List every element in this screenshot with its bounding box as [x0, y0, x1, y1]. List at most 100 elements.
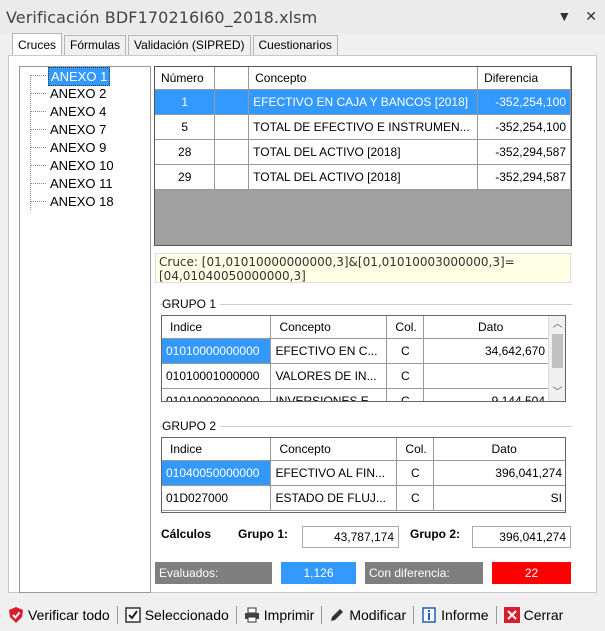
cell-indice: 01D027000: [162, 485, 272, 511]
cell-col: C: [386, 338, 425, 364]
modificar-label: Modificar: [349, 606, 407, 623]
cell-dato: 9,144,504: [423, 388, 550, 401]
evaluados-count: 1,126: [281, 562, 356, 584]
header-col[interactable]: Col.: [386, 316, 425, 339]
pencil-icon: [329, 607, 345, 623]
grid-header-row: Indice Concepto Col. Dato: [162, 316, 550, 339]
cell-indice: 01010002000000: [162, 388, 272, 401]
table-row[interactable]: 28 TOTAL DEL ACTIVO [2018] -352,294,587: [155, 139, 571, 165]
scroll-down-icon[interactable]: ﹀: [549, 384, 565, 401]
tree-item-label: ANEXO 1: [48, 67, 111, 86]
header-dato[interactable]: Dato: [433, 438, 565, 461]
table-row[interactable]: 01D027000 ESTADO DE FLUJ... C SI: [162, 485, 565, 511]
table-row[interactable]: 01010002000000 INVERSIONES E... C 9,144,…: [162, 388, 550, 401]
header-diferencia[interactable]: Diferencia: [477, 67, 571, 90]
scroll-up-icon[interactable]: ︿: [549, 316, 565, 333]
title-bar: Verificación BDF170216I60_2018.xlsm ▼ ✕: [0, 0, 605, 34]
header-indice[interactable]: Indice: [162, 438, 272, 461]
header-numero[interactable]: Número: [155, 67, 216, 90]
cell-diferencia: -352,294,587: [477, 139, 571, 165]
imprimir-button[interactable]: Imprimir: [241, 603, 318, 627]
toolbar-separator: [495, 605, 497, 624]
imprimir-label: Imprimir: [263, 606, 315, 623]
cell-concepto: EFECTIVO AL FIN...: [270, 460, 398, 486]
grupo-2-total-field[interactable]: 396,041,274: [472, 526, 571, 548]
tree-item-label: ANEXO 4: [50, 104, 107, 119]
toolbar-separator: [235, 605, 237, 624]
grupo-1-title: GRUPO 1: [162, 297, 221, 311]
cruce-formula: Cruce: [01,01010000000000,3]&[01,0101000…: [155, 253, 571, 283]
cell-blank: [214, 114, 250, 140]
header-concepto[interactable]: Concepto: [270, 438, 398, 461]
tree-item-label: ANEXO 2: [50, 86, 107, 101]
cell-dato: 396,041,274: [433, 460, 565, 486]
table-row[interactable]: 01040050000000 EFECTIVO AL FIN... C 396,…: [162, 460, 565, 486]
table-row[interactable]: 01010000000000 EFECTIVO EN C... C 34,642…: [162, 338, 550, 364]
grupo-2-title: GRUPO 2: [162, 419, 221, 433]
cell-numero: 28: [155, 139, 216, 165]
cell-concepto: EFECTIVO EN CAJA Y BANCOS [2018]: [248, 89, 479, 115]
tab-strip: Cruces Fórmulas Validación (SIPRED) Cues…: [12, 33, 340, 55]
cell-col: C: [396, 485, 435, 511]
cell-dato: 34,642,670: [423, 338, 550, 364]
grupo-1-scrollbar[interactable]: ︿ ﹀: [548, 316, 565, 401]
grupo-2-total-label: Grupo 2:: [410, 527, 460, 541]
cell-diferencia: -352,254,100: [477, 89, 571, 115]
seleccionado-label: Seleccionado: [144, 606, 229, 623]
anexo-tree: ANEXO 1 ANEXO 2 ANEXO 4 ANEXO 7 ANEXO 9 …: [19, 66, 151, 593]
grupo-1-total-label: Grupo 1:: [238, 527, 288, 541]
table-row[interactable]: 29 TOTAL DEL ACTIVO [2018] -352,294,587: [155, 164, 571, 190]
checkbox-icon: [124, 606, 141, 623]
cell-blank: [214, 89, 250, 115]
cell-concepto: ESTADO DE FLUJ...: [270, 485, 398, 511]
header-dato[interactable]: Dato: [423, 316, 550, 339]
cell-numero: 29: [155, 164, 216, 190]
close-icon[interactable]: ✕: [585, 8, 597, 25]
verificar-todo-button[interactable]: Verificar todo: [5, 603, 113, 627]
header-col[interactable]: Col.: [396, 438, 435, 461]
menu-dropdown-icon[interactable]: ▼: [557, 8, 571, 25]
informe-button[interactable]: Informe: [418, 603, 491, 627]
cell-concepto: INVERSIONES E...: [270, 388, 388, 401]
cerrar-button[interactable]: Cerrar: [501, 603, 567, 627]
header-indice[interactable]: Indice: [162, 316, 272, 339]
tree-item-label: ANEXO 9: [50, 140, 107, 155]
table-row[interactable]: 01010001000000 VALORES DE IN... C: [162, 363, 550, 389]
cell-indice: 01040050000000: [162, 460, 272, 486]
tree-item-label: ANEXO 7: [50, 122, 107, 137]
tree-item-label: ANEXO 18: [50, 194, 114, 209]
tab-validacion[interactable]: Validación (SIPRED): [128, 35, 251, 55]
window-title: Verificación BDF170216I60_2018.xlsm: [6, 7, 318, 27]
cell-concepto: TOTAL DEL ACTIVO [2018]: [248, 139, 479, 165]
cell-concepto: VALORES DE IN...: [270, 363, 388, 389]
cell-numero: 5: [155, 114, 216, 140]
con-diferencia-count: 22: [492, 562, 571, 584]
cell-diferencia: -352,254,100: [477, 114, 571, 140]
tab-cuestionarios[interactable]: Cuestionarios: [252, 35, 338, 55]
header-concepto[interactable]: Concepto: [270, 316, 388, 339]
tab-formulas[interactable]: Fórmulas: [64, 35, 127, 55]
modificar-button[interactable]: Modificar: [326, 603, 409, 627]
cell-col: C: [386, 388, 425, 401]
grupo-1-total-field[interactable]: 43,787,174: [302, 526, 399, 548]
calculos-label: Cálculos: [161, 527, 212, 541]
evaluados-label: Evaluados:: [155, 562, 272, 584]
toolbar-separator: [321, 605, 323, 624]
seleccionado-button[interactable]: Seleccionado: [122, 603, 232, 627]
cruces-grid: Número Concepto Diferencia 1 EFECTIVO EN…: [154, 66, 572, 246]
cell-concepto: TOTAL DE EFECTIVO E INSTRUMEN...: [248, 114, 479, 140]
tree-item-label: ANEXO 11: [50, 176, 113, 191]
scroll-thumb[interactable]: [552, 334, 563, 368]
header-concepto[interactable]: Concepto: [248, 67, 479, 90]
informe-label: Informe: [441, 606, 489, 623]
cell-dato: SI: [433, 485, 565, 511]
footer-toolbar: Verificar todo Seleccionado Imprimir Mod…: [0, 598, 605, 631]
tab-cruces[interactable]: Cruces: [12, 33, 63, 55]
table-row[interactable]: 5 TOTAL DE EFECTIVO E INSTRUMEN... -352,…: [155, 114, 571, 140]
grupo-2-grid: Indice Concepto Col. Dato 01040050000000…: [161, 437, 566, 513]
header-blank[interactable]: [214, 67, 250, 90]
toolbar-separator: [413, 605, 415, 624]
cell-diferencia: -352,294,587: [477, 164, 571, 190]
table-row[interactable]: 1 EFECTIVO EN CAJA Y BANCOS [2018] -352,…: [155, 89, 571, 115]
info-document-icon: [421, 606, 437, 623]
